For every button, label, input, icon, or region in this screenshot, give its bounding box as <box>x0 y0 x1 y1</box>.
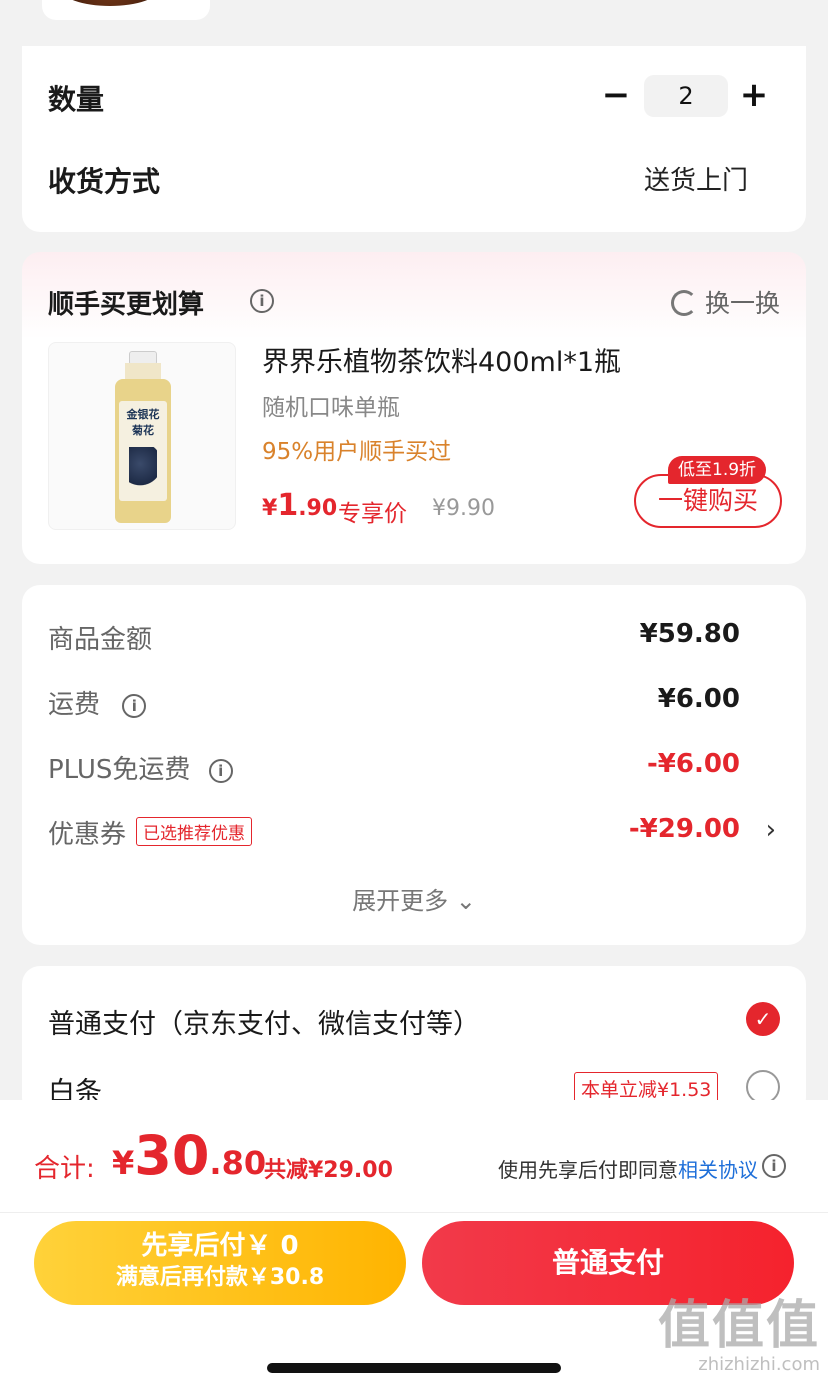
total-label: 合计: <box>34 1154 95 1184</box>
checkout-bar: 合计: ¥30.80 共减¥29.00 使用先享后付即同意相关协议 i 先享后付… <box>0 1100 828 1391</box>
exclusive-price-tag: 专享价 <box>338 501 407 527</box>
order-options-card: 数量 − 2 + 收货方式 送货上门 <box>22 46 806 232</box>
flower-graphic <box>129 447 157 489</box>
shipping-label: 运费 <box>48 690 101 720</box>
quantity-decrease-button[interactable]: − <box>596 78 636 112</box>
bottle-illustration: 金银花菊花 <box>115 351 171 523</box>
normal-pay-button[interactable]: 普通支付 <box>422 1221 794 1305</box>
discount-badge: 低至1.9折 <box>668 456 767 484</box>
shipping-label-row: 运费 i <box>48 684 147 721</box>
goods-amount-label: 商品金额 <box>48 625 153 655</box>
delivery-label: 收货方式 <box>48 165 161 198</box>
baitiao-radio[interactable] <box>746 1070 780 1104</box>
swap-label: 换一换 <box>704 289 780 318</box>
goods-amount-value: ¥59.80 <box>639 619 740 649</box>
swap-button[interactable]: 换一换 <box>670 284 780 320</box>
product-description: 随机口味单瓶 <box>262 395 400 421</box>
normal-payment-option[interactable]: 普通支付（京东支付、微信支付等） <box>48 1002 480 1041</box>
pay-later-title: 先享后付￥ 0 <box>141 1231 299 1261</box>
social-proof-text: 95%用户顺手买过 <box>262 439 452 465</box>
previous-product-thumb <box>42 0 210 20</box>
home-indicator[interactable] <box>267 1363 561 1373</box>
quantity-label: 数量 <box>48 83 105 116</box>
pay-later-subtitle: 满意后再付款￥30.8 <box>115 1265 325 1290</box>
total-amount: ¥30.80 <box>112 1124 267 1187</box>
agreement-link[interactable]: 相关协议 <box>678 1158 758 1182</box>
coupon-recommended-tag: 已选推荐优惠 <box>136 817 253 846</box>
shipping-value: ¥6.00 <box>657 684 740 714</box>
plus-free-shipping-row: PLUS免运费 i <box>48 749 233 786</box>
divider <box>0 1212 828 1213</box>
fee-breakdown-card: 商品金额 ¥59.80 运费 i ¥6.00 PLUS免运费 i -¥6.00 … <box>22 585 806 945</box>
product-name[interactable]: 界界乐植物茶饮料400ml*1瓶 <box>262 340 621 379</box>
info-icon[interactable]: i <box>250 289 274 313</box>
agreement-info-icon[interactable]: i <box>762 1154 786 1178</box>
watermark: 值值值 zhizhizhi.com <box>657 1296 820 1375</box>
coupon-label: 优惠券 <box>48 820 127 850</box>
payment-method-card: 普通支付（京东支付、微信支付等） ✓ 白条 本单立减¥1.53 <box>22 966 806 1116</box>
exclusive-price: ¥1.90 <box>262 488 338 523</box>
expand-more-button[interactable]: 展开更多 ⌄ <box>22 881 806 916</box>
delivery-method-value[interactable]: 送货上门 <box>644 160 748 197</box>
original-price: ¥9.90 <box>432 496 495 521</box>
coupon-row[interactable]: 优惠券 已选推荐优惠 <box>48 814 253 851</box>
plus-free-shipping-label: PLUS免运费 <box>48 755 191 785</box>
pay-later-button[interactable]: 先享后付￥ 0 满意后再付款￥30.8 <box>34 1221 406 1305</box>
chevron-right-icon[interactable]: › <box>766 815 776 845</box>
plus-info-icon[interactable]: i <box>208 758 233 783</box>
product-image-fragment <box>60 0 160 6</box>
shipping-info-icon[interactable]: i <box>122 693 147 718</box>
total-saved: 共减¥29.00 <box>264 1158 393 1183</box>
check-icon[interactable]: ✓ <box>746 1002 780 1036</box>
quantity-increase-button[interactable]: + <box>734 78 774 112</box>
coupon-value[interactable]: -¥29.00 <box>629 814 740 844</box>
product-image[interactable]: 金银花菊花 <box>48 342 236 530</box>
addon-recommendation-card: 顺手买更划算 i 换一换 金银花菊花 界界乐植物茶饮料400ml*1瓶 随机口味… <box>22 252 806 564</box>
bottle-label-text: 金银花菊花 <box>126 408 160 437</box>
quantity-input[interactable]: 2 <box>644 75 728 117</box>
addon-title-text: 顺手买更划算 <box>48 290 205 320</box>
refresh-icon <box>670 290 697 316</box>
addon-title: 顺手买更划算 i <box>48 284 274 321</box>
plus-free-shipping-value: -¥6.00 <box>646 749 740 779</box>
agreement-text: 使用先享后付即同意相关协议 <box>498 1158 758 1182</box>
